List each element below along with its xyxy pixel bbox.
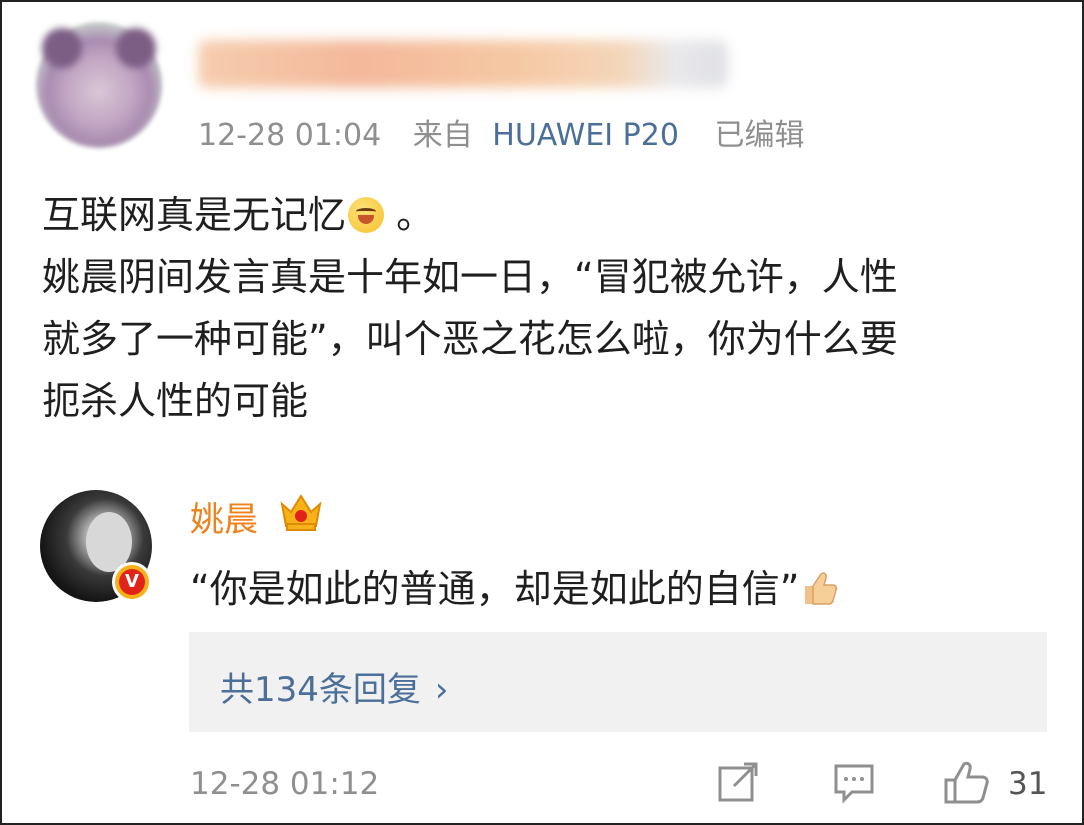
username-blurred[interactable]: [198, 40, 728, 88]
chevron-right-icon: ›: [434, 670, 449, 710]
post-avatar[interactable]: [36, 22, 162, 148]
reply-author-name[interactable]: 姚晨: [190, 492, 258, 541]
edited-label[interactable]: 已编辑: [714, 118, 804, 153]
like-count: 31: [1008, 766, 1048, 802]
post-line-1: 互联网真是无记忆 。: [42, 193, 435, 237]
grinning-face-icon: [348, 197, 385, 233]
reply-time: 12-28 01:12: [190, 766, 380, 802]
post-line-3: 就多了一种可能”，叫个恶之花怎么啦，你为什么要: [42, 317, 898, 361]
comment-icon[interactable]: [832, 760, 876, 804]
post-text: 互联网真是无记忆 。 姚晨阴间发言真是十年如一日，“冒犯被允许，人性 就多了一种…: [42, 184, 1052, 432]
post-line-4: 扼杀人性的可能: [42, 379, 309, 423]
device-link[interactable]: HUAWEI P20: [492, 118, 679, 153]
crown-icon: [280, 494, 322, 531]
verified-badge: V: [112, 562, 152, 602]
share-icon[interactable]: [716, 760, 760, 804]
reply-text: “你是如此的普通，却是如此的自信”: [190, 558, 839, 613]
post-meta: 12-28 01:04 来自 HUAWEI P20 已编辑: [198, 110, 804, 154]
like-icon[interactable]: [942, 760, 992, 806]
post-line-2: 姚晨阴间发言真是十年如一日，“冒犯被允许，人性: [42, 255, 898, 299]
source-label: 来自: [412, 118, 473, 153]
thumbs-up-icon: [805, 572, 838, 605]
view-replies-link[interactable]: 共134条回复 ›: [220, 662, 449, 711]
post-time: 12-28 01:04: [198, 118, 382, 153]
